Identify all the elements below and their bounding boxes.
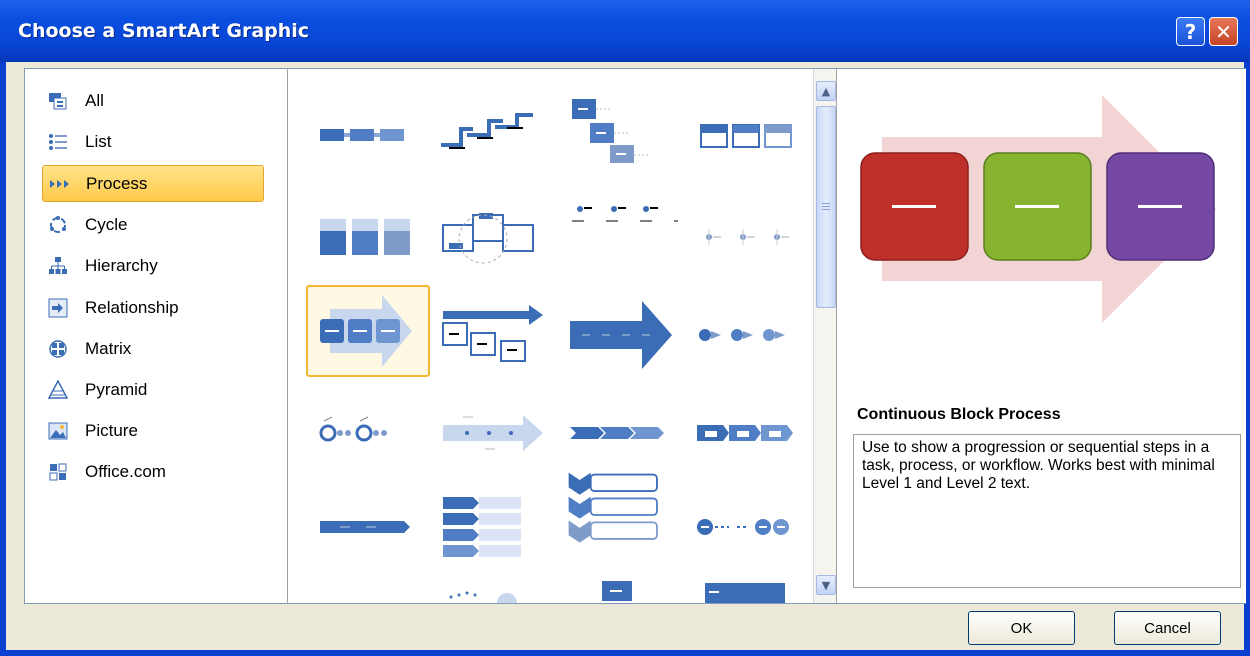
help-button[interactable]: ?	[1176, 17, 1205, 46]
placeholder-dash	[1015, 205, 1059, 208]
layout-thumbnail[interactable]	[306, 387, 430, 479]
list-icon	[48, 132, 68, 152]
layout-thumbnail-selected[interactable]	[306, 285, 430, 377]
category-matrix[interactable]: Matrix	[42, 330, 264, 367]
layout-thumbnail[interactable]	[687, 387, 811, 479]
category-label: Picture	[85, 420, 138, 440]
scroll-down-button[interactable]: ▼	[816, 575, 836, 595]
dialog-title: Choose a SmartArt Graphic	[18, 20, 310, 42]
grip-icon	[822, 203, 830, 211]
layout-thumbnail[interactable]	[433, 569, 557, 603]
layout-thumbnail[interactable]	[560, 289, 684, 381]
gallery-scrollbar[interactable]: ▲ ▼	[813, 69, 836, 603]
scroll-thumb[interactable]	[816, 106, 836, 308]
layout-description: Use to show a progression or sequential …	[853, 434, 1241, 588]
layout-thumbnail[interactable]	[687, 191, 811, 283]
relationship-icon	[48, 298, 68, 318]
layout-thumbnail[interactable]	[560, 569, 684, 603]
chevron-down-icon: ▼	[821, 578, 831, 592]
category-cycle[interactable]: Cycle	[42, 206, 264, 243]
layout-thumbnail[interactable]	[560, 387, 684, 479]
layout-thumbnail[interactable]	[687, 569, 811, 603]
layout-thumbnail[interactable]	[306, 89, 430, 181]
layout-thumbnail[interactable]	[433, 191, 557, 283]
layout-name: Continuous Block Process	[857, 406, 1061, 423]
scroll-up-button[interactable]: ▲	[816, 81, 836, 101]
layout-thumbnail[interactable]	[433, 387, 557, 479]
layout-thumbnail[interactable]	[306, 481, 430, 573]
category-process[interactable]: Process	[42, 165, 264, 202]
chevron-up-icon: ▲	[821, 84, 831, 98]
matrix-icon	[48, 339, 68, 359]
category-label: Relationship	[85, 297, 179, 317]
category-label: Process	[86, 173, 148, 193]
category-list: All List Process Cycle Hierarchy Relatio…	[25, 69, 288, 603]
layout-thumbnail[interactable]	[687, 289, 811, 381]
layout-thumbnail[interactable]	[433, 481, 557, 573]
layout-thumbnail[interactable]	[560, 469, 684, 561]
category-picture[interactable]: Picture	[42, 412, 264, 449]
preview-graphic	[860, 95, 1216, 323]
ok-button[interactable]: OK	[968, 611, 1075, 645]
layout-thumbnail[interactable]	[433, 289, 557, 381]
continuous-block-process-thumb	[320, 295, 412, 367]
category-label: Pyramid	[85, 379, 148, 399]
pyramid-icon	[48, 379, 68, 400]
close-icon: ✕	[1215, 19, 1232, 44]
layout-thumbnail[interactable]	[560, 79, 684, 171]
category-label: Cycle	[85, 214, 128, 234]
layout-gallery	[288, 69, 813, 603]
category-relationship[interactable]: Relationship	[42, 289, 264, 326]
process-icon	[49, 174, 69, 194]
office-com-icon	[48, 462, 68, 482]
hierarchy-icon	[48, 256, 68, 276]
all-icon	[48, 91, 68, 111]
layout-thumbnail[interactable]	[306, 191, 430, 283]
cycle-icon	[48, 215, 68, 235]
category-label: Matrix	[85, 338, 132, 358]
placeholder-dash	[1138, 205, 1182, 208]
help-icon: ?	[1184, 19, 1197, 44]
category-hierarchy[interactable]: Hierarchy	[42, 247, 264, 284]
layout-thumbnail[interactable]	[560, 181, 684, 273]
dialog-body: All List Process Cycle Hierarchy Relatio…	[6, 62, 1246, 650]
category-label: All	[85, 90, 104, 110]
placeholder-dash	[892, 205, 936, 208]
picture-icon	[48, 421, 68, 441]
category-pyramid[interactable]: Pyramid	[42, 371, 264, 408]
layout-thumbnail[interactable]	[687, 481, 811, 573]
category-label: Office.com	[85, 461, 166, 481]
smartart-dialog: Choose a SmartArt Graphic ? ✕ All List P…	[0, 0, 1250, 656]
close-button[interactable]: ✕	[1209, 17, 1238, 46]
category-label: Hierarchy	[85, 255, 158, 275]
category-office-com[interactable]: Office.com	[42, 453, 264, 490]
title-bar: Choose a SmartArt Graphic ? ✕	[0, 0, 1250, 62]
category-all[interactable]: All	[42, 82, 264, 119]
layout-thumbnail[interactable]	[687, 89, 811, 181]
category-list-item[interactable]: List	[42, 123, 264, 160]
layout-thumbnail[interactable]	[433, 89, 557, 181]
cancel-button[interactable]: Cancel	[1114, 611, 1221, 645]
panes-container: All List Process Cycle Hierarchy Relatio…	[24, 68, 1246, 604]
preview-pane: Continuous Block Process Use to show a p…	[836, 69, 1246, 603]
category-label: List	[85, 131, 112, 151]
